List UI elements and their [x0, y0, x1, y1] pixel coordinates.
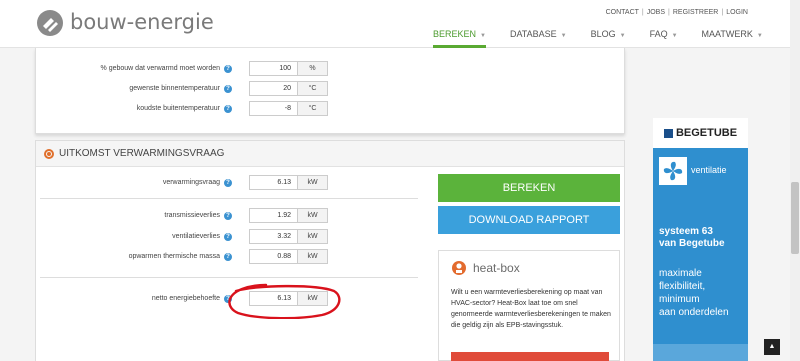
topnav-registreer[interactable]: REGISTREER	[673, 9, 719, 16]
nav-maatwerk[interactable]: MAATWERK ▼	[702, 29, 763, 48]
nav-label: MAATWERK	[701, 29, 753, 39]
row-label: ventilatieverlies	[172, 233, 220, 240]
heatbox-logo-icon	[452, 261, 466, 275]
scrollbar[interactable]	[790, 0, 800, 361]
nav-faq[interactable]: FAQ ▼	[650, 29, 678, 48]
question-icon[interactable]: ?	[224, 64, 232, 73]
separator: |	[641, 9, 644, 16]
ad-body: ventilatie systeem 63 van Begetube maxim…	[653, 148, 748, 361]
nav-bereken[interactable]: BEREKEN ▼	[433, 29, 486, 48]
chevron-down-icon: ▼	[756, 33, 763, 39]
scrollbar-thumb[interactable]	[791, 182, 799, 254]
annotation-circle	[228, 283, 341, 319]
unit-label: kW	[298, 229, 328, 244]
ad-headline-line: van Begetube	[659, 238, 725, 249]
question-icon[interactable]: ?	[224, 232, 232, 241]
input-row: gewenste binnentemperatuur ? 20 °C	[40, 81, 328, 96]
unit-label: kW	[298, 175, 328, 190]
result-panel-title: UITKOMST VERWARMINGSVRAAG	[59, 148, 225, 159]
topnav-login[interactable]: LOGIN	[726, 9, 748, 16]
nav-label: DATABASE	[509, 29, 557, 39]
question-icon[interactable]: ?	[224, 252, 232, 261]
outdoor-temperature-input[interactable]: -8	[249, 101, 298, 116]
heated-percentage-input[interactable]: 100	[249, 61, 298, 76]
topnav-jobs[interactable]: JOBS	[647, 9, 665, 16]
brand-name[interactable]: bouw-energie	[70, 10, 214, 34]
unit-label: %	[298, 61, 328, 76]
ventilation-loss-value: 3.32	[249, 229, 298, 244]
top-navigation: CONTACT | JOBS | REGISTREER | LOGIN	[606, 9, 748, 16]
heatbox-cta-button[interactable]	[451, 352, 609, 361]
chevron-down-icon: ▼	[619, 33, 626, 39]
separator: |	[668, 9, 670, 16]
heatbox-card: heat-box Wilt u een warmteverliesbereken…	[438, 250, 620, 361]
ad-tagline-line: minimum	[659, 294, 700, 305]
row-label: transmissieverlies	[164, 212, 220, 219]
nav-label: BEREKEN	[433, 29, 477, 39]
ad-headline-line: systeem 63	[659, 226, 713, 237]
download-report-button[interactable]: DOWNLOAD RAPPORT	[438, 206, 620, 234]
row-label: % gebouw dat verwarmd moet worden	[100, 65, 220, 72]
row-label: gewenste binnentemperatuur	[129, 85, 220, 92]
input-row: % gebouw dat verwarmd moet worden ? 100 …	[40, 61, 328, 76]
ad-tagline-line: aan onderdelen	[659, 307, 729, 318]
radio-icon	[44, 148, 54, 159]
result-panel-header[interactable]: UITKOMST VERWARMINGSVRAAG	[36, 141, 624, 167]
nav-blog[interactable]: BLOG ▼	[591, 29, 626, 48]
result-row: verwarmingsvraag ? 6.13 kW	[40, 175, 328, 190]
question-icon[interactable]: ?	[224, 84, 232, 93]
divider	[40, 277, 418, 278]
question-icon[interactable]: ?	[224, 104, 232, 113]
fan-icon	[659, 157, 687, 185]
row-label: koudste buitentemperatuur	[136, 105, 220, 112]
chevron-down-icon: ▼	[480, 33, 486, 39]
unit-label: kW	[298, 249, 328, 264]
result-row: opwarmen thermische massa ? 0.88 kW	[40, 249, 328, 264]
unit-label: °C	[298, 81, 328, 96]
begetube-advertisement[interactable]: BEGETUBE ventilatie systeem 63 van Beget…	[653, 118, 748, 361]
ad-brand: BEGETUBE	[675, 127, 738, 139]
row-label: netto energiebehoefte	[151, 295, 220, 302]
heatbox-title[interactable]: heat-box	[473, 261, 520, 275]
ad-tagline-line: maximale	[659, 268, 702, 279]
chevron-up-icon: ▲	[768, 343, 776, 350]
ad-headline: systeem 63 van Begetube	[659, 226, 725, 250]
ad-tagline-line: flexibiliteit,	[659, 281, 706, 292]
thermal-mass-value: 0.88	[249, 249, 298, 264]
ad-tagline: maximale flexibiliteit, minimum aan onde…	[659, 267, 729, 319]
question-icon[interactable]: ?	[224, 178, 232, 187]
begetube-logo-icon	[663, 128, 673, 138]
chevron-down-icon: ▼	[560, 33, 567, 39]
nav-label: BLOG	[590, 29, 616, 39]
row-label: opwarmen thermische massa	[128, 253, 220, 260]
unit-label: °C	[298, 101, 328, 116]
site-header: bouw-energie CONTACT | JOBS | REGISTREER | LOG…	[0, 0, 790, 48]
divider	[40, 198, 418, 199]
row-label: verwarmingsvraag	[162, 179, 220, 186]
ad-footer-image	[653, 344, 748, 361]
nav-label: FAQ	[649, 29, 668, 39]
main-navigation: BEREKEN ▼ DATABASE ▼ BLOG ▼ FAQ ▼ MAATWERK ▼	[433, 29, 787, 48]
ad-product: ventilatie	[691, 165, 727, 175]
bouw-energie-logo-icon[interactable]	[36, 9, 64, 37]
calculate-button[interactable]: BEREKEN	[438, 174, 620, 202]
heatbox-description: Wilt u een warmteverliesberekening op ma…	[451, 289, 611, 329]
nav-database[interactable]: DATABASE ▼	[510, 29, 567, 48]
chevron-down-icon: ▼	[671, 33, 678, 39]
scroll-to-top-button[interactable]: ▲	[764, 339, 780, 355]
result-row: transmissieverlies ? 1.92 kW	[40, 208, 328, 223]
transmission-loss-value: 1.92	[249, 208, 298, 223]
topnav-contact[interactable]: CONTACT	[606, 9, 639, 16]
ad-header: BEGETUBE	[653, 118, 748, 148]
separator: |	[721, 9, 724, 16]
question-icon[interactable]: ?	[224, 211, 232, 220]
heating-demand-value: 6.13	[249, 175, 298, 190]
unit-label: kW	[298, 208, 328, 223]
input-row: koudste buitentemperatuur ? -8 °C	[40, 101, 328, 116]
result-row: ventilatieverlies ? 3.32 kW	[40, 229, 328, 244]
indoor-temperature-input[interactable]: 20	[249, 81, 298, 96]
